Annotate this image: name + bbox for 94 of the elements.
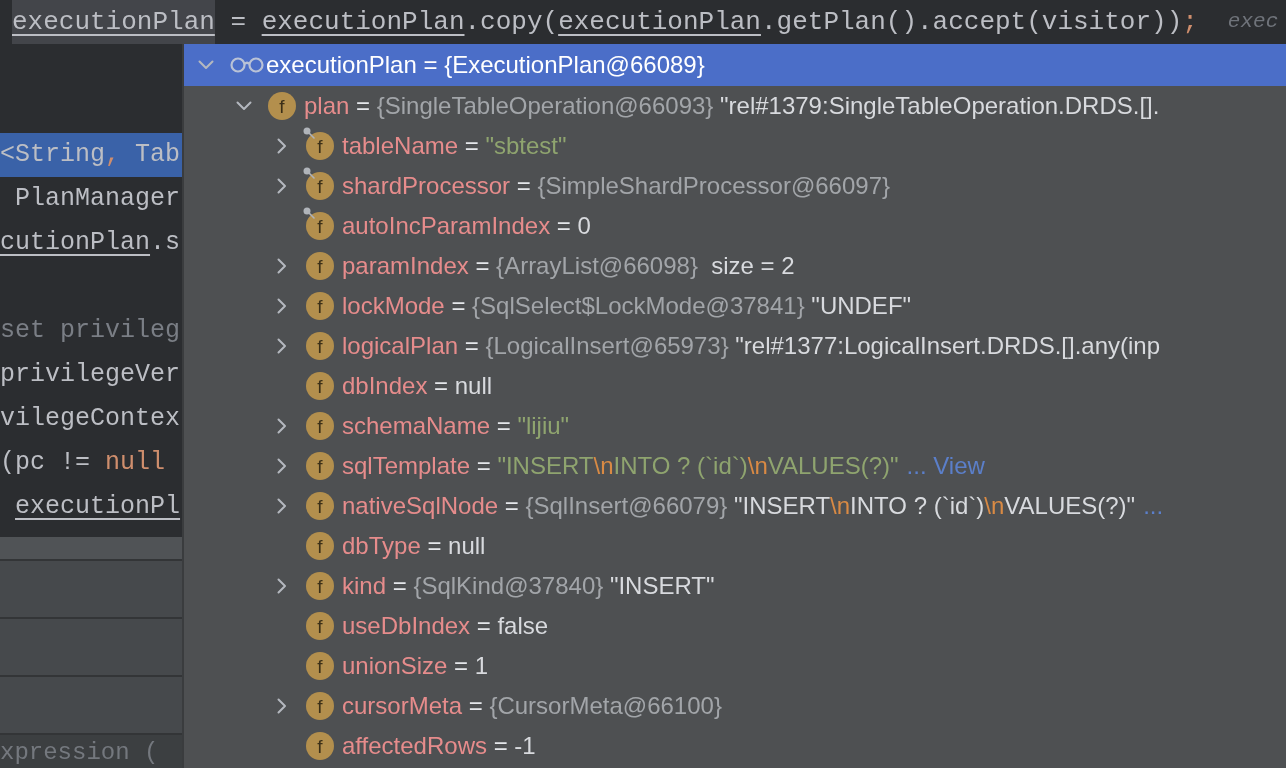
variable-name: kind — [342, 571, 387, 601]
chevron-right-icon[interactable] — [277, 138, 287, 154]
variable-name: autoIncParamIndex — [342, 211, 551, 241]
variable-value: = 0 — [555, 211, 591, 241]
variable-name: dbIndex — [342, 371, 428, 401]
code-line: privilegeVer — [0, 359, 182, 391]
variable-value: = null — [426, 531, 486, 561]
field-icon: f — [306, 412, 334, 440]
expression-field[interactable]: xpression ( — [0, 733, 182, 768]
code-line: PlanManager — [14, 183, 182, 215]
variable-name: sqlTemplate — [342, 451, 471, 481]
variable-value: = "lijiu" — [495, 411, 570, 441]
field-icon: f — [306, 572, 334, 600]
variable-value: = "sbtest" — [463, 131, 567, 161]
tree-row[interactable]: f logicalPlan = {LogicalInsert@65973} "rel#1377:LogicalInsert.DRDS.[].any(inp — [184, 326, 1286, 366]
chevron-right-icon[interactable] — [277, 698, 287, 714]
chevron-right-icon[interactable] — [277, 338, 287, 354]
tree-row[interactable]: f schemaName = "lijiu" — [184, 406, 1286, 446]
field-icon: f — [306, 132, 334, 160]
tree-row[interactable]: f nativeSqlNode = {SqlInsert@66079} "INSERT\nINTO ? (`id`)\nVALUES(?)" ... — [184, 486, 1286, 526]
variable-name: affectedRows — [342, 731, 487, 761]
variable-value: = {ArrayList@66098} size = 2 — [474, 251, 795, 281]
variable-value: = 1 — [453, 651, 489, 681]
variable-name: dbType — [342, 531, 421, 561]
tree-row[interactable]: f kind = {SqlKind@37840} "INSERT" — [184, 566, 1286, 606]
tree-row[interactable]: f sqlTemplate = "INSERT\nINTO ? (`id`)\nVALUES(?)" ... View — [184, 446, 1286, 486]
variable-name: useDbIndex — [342, 611, 471, 641]
tree-row[interactable]: f useDbIndex = false — [184, 606, 1286, 646]
chevron-down-icon[interactable] — [236, 101, 252, 111]
field-icon: f — [306, 212, 334, 240]
variable-name: unionSize — [342, 651, 448, 681]
tree-row[interactable]: f shardProcessor = {SimpleShardProcessor@66097} — [184, 166, 1286, 206]
variable-name: lockMode — [342, 291, 445, 321]
code-line: cutionPlan.s — [0, 227, 182, 259]
chevron-right-icon[interactable] — [277, 498, 287, 514]
inline-hint: exec — [1227, 9, 1279, 36]
tree-row[interactable]: f paramIndex = {ArrayList@66098} size = 2 — [184, 246, 1286, 286]
field-icon: f — [306, 372, 334, 400]
variable-value: = {SqlSelect$LockMode@37841} "UNDEF" — [450, 291, 912, 321]
field-icon: f — [306, 252, 334, 280]
glasses-icon — [230, 57, 264, 73]
variable-name: schemaName — [342, 411, 491, 441]
chevron-right-icon[interactable] — [277, 458, 287, 474]
tree-row[interactable]: f autoIncParamIndex = 0 — [184, 206, 1286, 246]
variable-name: executionPlan — [266, 50, 417, 80]
variable-value: = {CursorMeta@66100} — [467, 691, 722, 721]
field-icon: f — [306, 692, 334, 720]
tree-row[interactable]: f cursorMeta = {CursorMeta@66100} — [184, 686, 1286, 726]
chevron-right-icon[interactable] — [277, 178, 287, 194]
field-icon: f — [306, 532, 334, 560]
variable-value: = {SingleTableOperation@66093} "rel#1379:SingleTableOperation.DRDS.[]. — [355, 91, 1160, 121]
variable-name: tableName — [342, 131, 459, 161]
variable-value: = {SqlKind@37840} "INSERT" — [391, 571, 715, 601]
field-icon: f — [306, 492, 334, 520]
field-icon: f — [306, 172, 334, 200]
chevron-right-icon[interactable] — [277, 298, 287, 314]
variable-name: nativeSqlNode — [342, 491, 499, 521]
tree-row[interactable]: f dbIndex = null — [184, 366, 1286, 406]
code-line: vilegeContex — [0, 403, 182, 435]
chevron-right-icon[interactable] — [277, 258, 287, 274]
tree-row[interactable]: f unionSize = 1 — [184, 646, 1286, 686]
field-icon: f — [306, 332, 334, 360]
tree-row[interactable]: f plan = {SingleTableOperation@66093} "rel#1379:SingleTableOperation.DRDS.[]. — [184, 86, 1286, 126]
variable-value: = {SimpleShardProcessor@66097} — [515, 171, 890, 201]
variable-value: = {LogicalInsert@65973} "rel#1377:LogicalInsert.DRDS.[].any(inp — [463, 331, 1161, 361]
tree-row[interactable]: f lockMode = {SqlSelect$LockMode@37841} "UNDEF" — [184, 286, 1286, 326]
chevron-right-icon[interactable] — [277, 578, 287, 594]
code-line: (pc != null — [0, 447, 167, 479]
variable-name: shardProcessor — [342, 171, 511, 201]
variable-name: logicalPlan — [342, 331, 459, 361]
tree-row[interactable]: f affectedRows = -1 — [184, 726, 1286, 766]
variable-value: = -1 — [492, 731, 536, 761]
code-line: executionPlan = executionPlan.copy(executionPlan.getPlan().accept(visitor)); — [12, 0, 1198, 44]
tree-row[interactable]: f dbType = null — [184, 526, 1286, 566]
variable-value: = "INSERT\nINTO ? (`id`)\nVALUES(?)" — [475, 451, 899, 481]
variable-value: = null — [433, 371, 493, 401]
tree-row[interactable]: f tableName = "sbtest" — [184, 126, 1286, 166]
field-icon: f — [306, 292, 334, 320]
chevron-right-icon[interactable] — [277, 418, 287, 434]
code-line: executionPl — [14, 491, 182, 523]
variable-name: cursorMeta — [342, 691, 463, 721]
variable-name: plan — [304, 91, 350, 121]
variable-name: paramIndex — [342, 251, 469, 281]
field-icon: f — [306, 732, 334, 760]
field-icon: f — [306, 652, 334, 680]
variable-value: = {ExecutionPlan@66089} — [422, 50, 705, 80]
variable-value: = false — [475, 611, 549, 641]
tree-row[interactable]: executionPlan = {ExecutionPlan@66089} — [184, 44, 1286, 86]
code-line: set privileg — [0, 315, 182, 347]
field-icon: f — [306, 452, 334, 480]
chevron-down-icon[interactable] — [198, 60, 214, 70]
field-icon: f — [268, 92, 296, 120]
field-icon: f — [306, 612, 334, 640]
variable-value: = {SqlInsert@66079} "INSERT\nINTO ? (`id`)\nVALUES(?)" — [503, 491, 1136, 521]
